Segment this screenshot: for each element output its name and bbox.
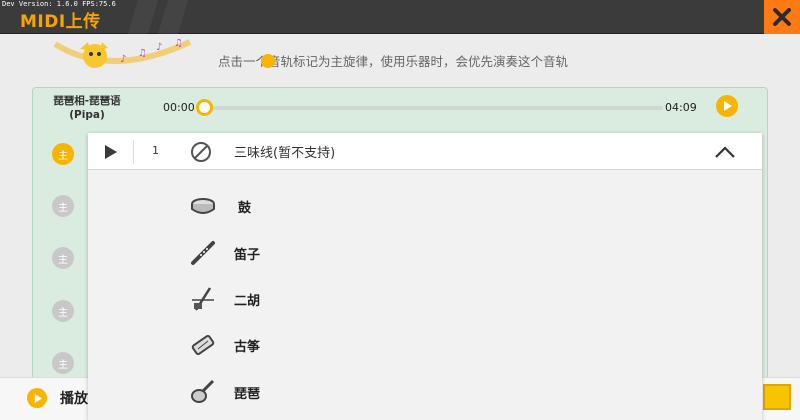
play-icon (724, 101, 732, 111)
song-name: 琵琶相-琵琶语 (53, 95, 121, 107)
unsupported-icon (191, 142, 211, 162)
main-track-toggle-5[interactable]: 主 (52, 352, 74, 374)
erhu-icon (192, 287, 214, 311)
instrument-option-label: 二胡 (234, 294, 261, 309)
divider (133, 140, 134, 164)
main-track-toggle-1[interactable]: 主 (52, 143, 74, 165)
time-end: 04:09 (665, 101, 697, 114)
track-play-icon[interactable] (104, 145, 118, 159)
instrument-option-label: 古筝 (234, 340, 261, 355)
instrument-option-erhu[interactable]: 二胡 (88, 276, 762, 322)
instrument-option-flute[interactable]: 笛子 (88, 230, 762, 276)
svg-text:♪: ♪ (156, 42, 162, 53)
instrument-option-pipa[interactable]: 琵琶 (88, 369, 762, 415)
bottom-play-label[interactable]: 播放 (60, 388, 88, 408)
instrument-option-drum[interactable]: 鼓 (88, 183, 762, 229)
svg-text:♫: ♫ (174, 38, 183, 49)
close-icon (773, 8, 791, 26)
track-number: 1 (152, 144, 159, 157)
instrument-option-label: 鼓 (238, 201, 252, 216)
chevron-up-icon[interactable] (714, 145, 736, 159)
dropdown-header[interactable]: 1 三味线(暂不支持) (88, 133, 762, 170)
close-button[interactable] (764, 0, 800, 34)
flute-icon (191, 241, 215, 265)
dev-version-label: Dev Version: 1.6.0 FPS:75.6 (2, 0, 116, 8)
svg-text:♫: ♫ (138, 48, 147, 59)
instrument-option-guzheng[interactable]: 古筝 (88, 322, 762, 368)
instrument-option-label: 琵琶 (234, 387, 261, 402)
selected-instrument: 三味线(暂不支持) (234, 146, 336, 161)
main-track-toggle-2[interactable]: 主 (52, 195, 74, 217)
guzheng-icon (191, 334, 215, 356)
progress-knob[interactable] (196, 99, 213, 116)
top-bar: MIDI上传 (0, 0, 800, 34)
page-title: MIDI上传 (20, 12, 101, 32)
main-track-toggle-3[interactable]: 主 (52, 247, 74, 269)
instrument-option-label: 笛子 (234, 248, 261, 263)
play-icon (34, 393, 42, 403)
instrument-dropdown: 1 三味线(暂不支持) 鼓 笛子 二胡 古筝 琵琶 (88, 133, 762, 420)
svg-text:♪: ♪ (120, 54, 126, 65)
song-play-button[interactable] (716, 95, 738, 117)
mascot-music-icon: ♪ ♫ ♪ ♫ (53, 38, 192, 68)
pipa-icon (191, 379, 215, 403)
bottom-play-button[interactable] (27, 388, 47, 408)
song-subtitle: (Pipa) (69, 109, 105, 121)
song-title-block: 琵琶相-琵琶语 (Pipa) (47, 94, 127, 122)
time-start: 00:00 (163, 101, 195, 114)
confirm-button[interactable] (763, 384, 791, 410)
checkered-flag-decoration (128, 0, 188, 34)
drum-icon (191, 198, 215, 214)
hint-marker-icon (261, 54, 275, 68)
main-track-toggle-4[interactable]: 主 (52, 300, 74, 322)
progress-track[interactable] (203, 106, 663, 110)
